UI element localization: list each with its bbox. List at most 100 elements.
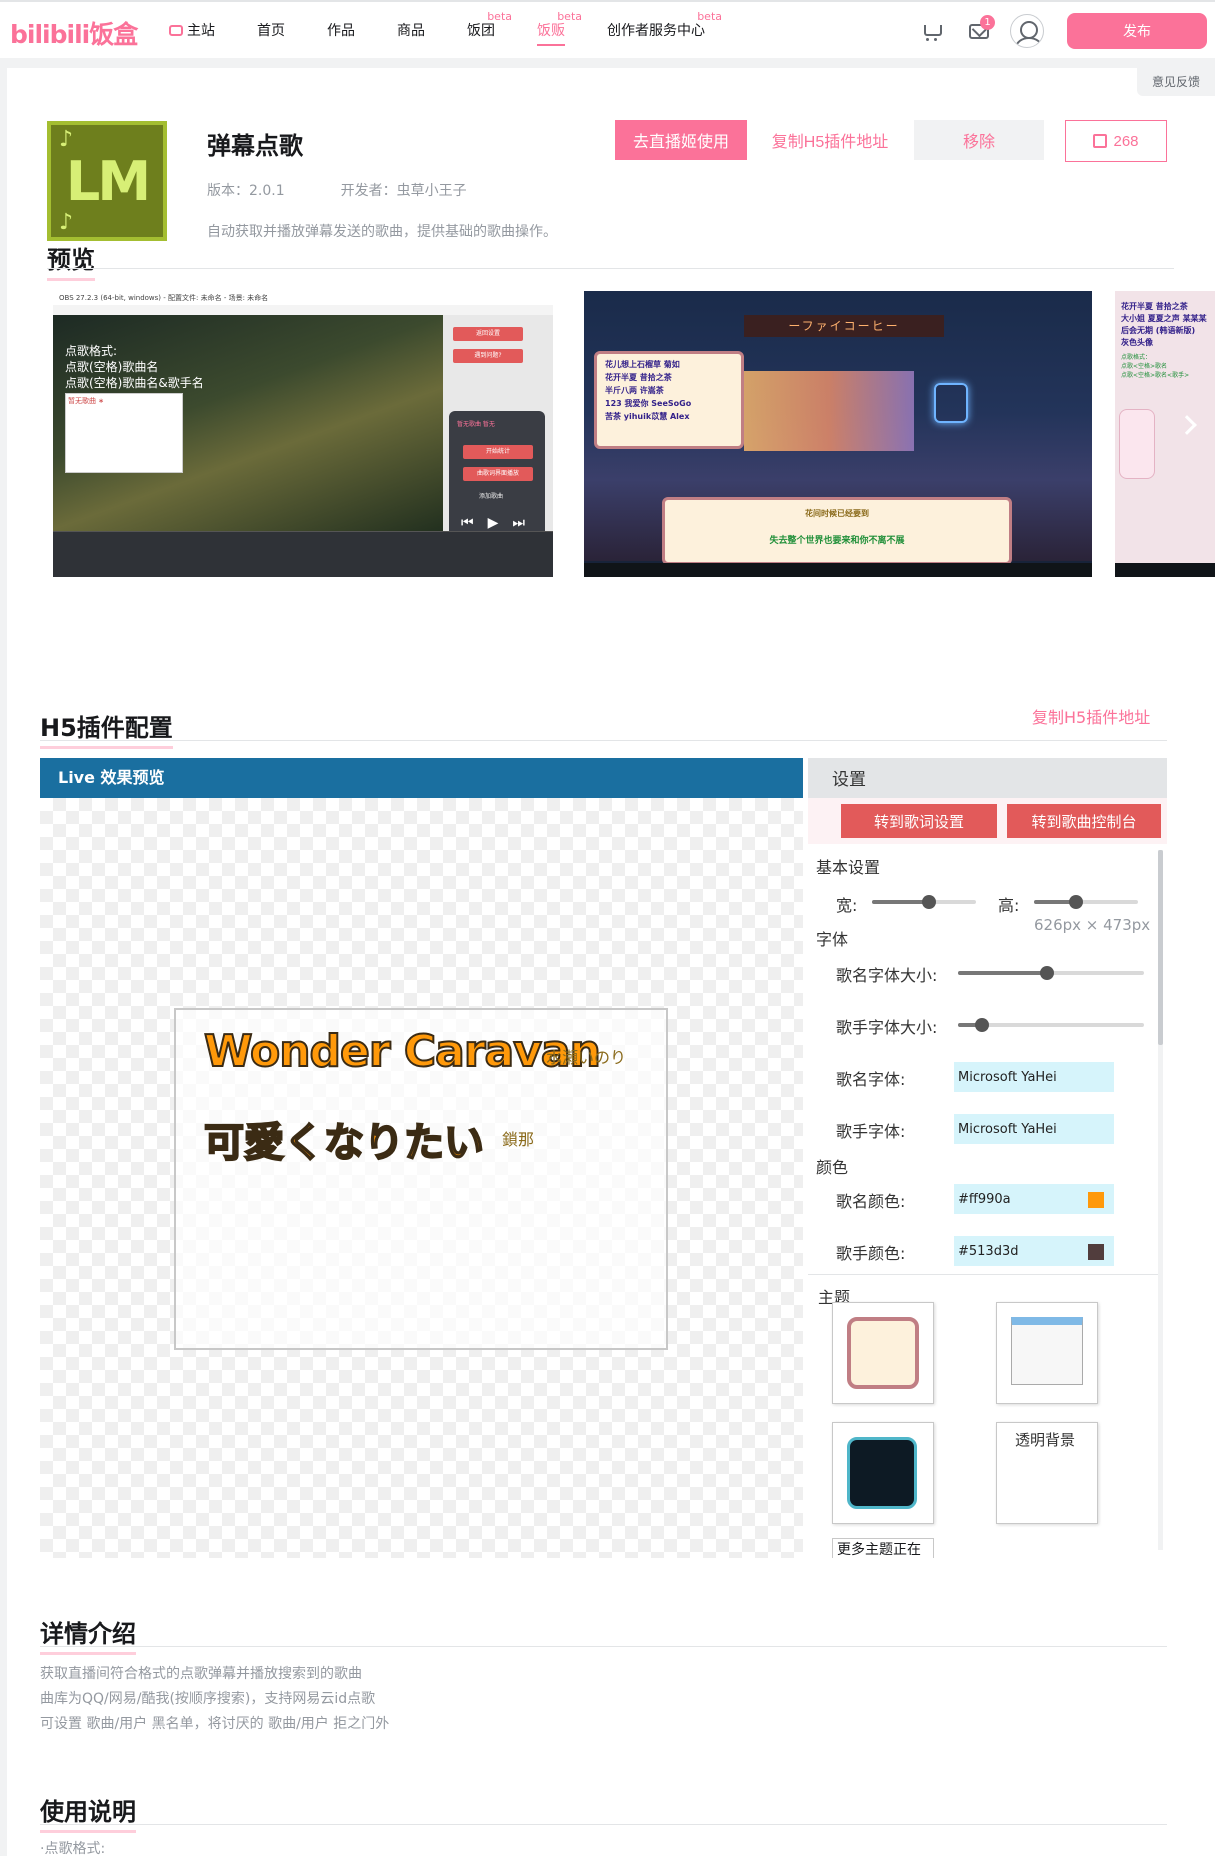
queue-line: 花开半夏 昔拾之茶 bbox=[605, 373, 672, 382]
section-divider bbox=[40, 1646, 1167, 1647]
nav-item-works[interactable]: 作品 bbox=[306, 2, 376, 60]
artist-color-input[interactable]: #513d3d bbox=[954, 1236, 1114, 1266]
nav-item-creator-center[interactable]: 创作者服务中心 beta bbox=[586, 2, 726, 60]
music-note-icon: ♪ bbox=[59, 210, 73, 235]
name-color-swatch[interactable] bbox=[1088, 1192, 1104, 1208]
slider-fill bbox=[958, 971, 1048, 975]
avatar-button[interactable] bbox=[1003, 2, 1051, 60]
player-line: 暂无歌曲 暂无 bbox=[457, 421, 495, 428]
song-name-1: Wonder Caravan bbox=[203, 1025, 602, 1078]
artist-font-label: 歌手字体: bbox=[836, 1122, 906, 1141]
name-color-input[interactable]: #ff990a bbox=[954, 1184, 1114, 1214]
nav-item-home[interactable]: 首页 bbox=[236, 2, 306, 60]
nav-label: 饭团 bbox=[467, 23, 495, 39]
color-group-label: 颜色 bbox=[816, 1158, 849, 1177]
slider-knob[interactable] bbox=[922, 895, 937, 909]
artist-color-swatch[interactable] bbox=[1088, 1244, 1104, 1260]
usage-line: ·点歌格式: bbox=[40, 1841, 106, 1856]
nav-item-main-site[interactable]: 主站 bbox=[148, 2, 236, 60]
height-slider[interactable] bbox=[1034, 895, 1138, 909]
song-name-2: 可愛くなりたい bbox=[203, 1119, 485, 1167]
name-size-slider[interactable] bbox=[958, 966, 1144, 980]
music-note-icon: ♪ bbox=[59, 127, 73, 152]
preview-heading: 预览 bbox=[47, 240, 95, 281]
overlay-frame[interactable]: Wonder Caravan 水瀬いのり 可愛くなりたい 鎖那 bbox=[174, 1008, 668, 1350]
plugin-description: 自动获取并播放弹幕发送的歌曲，提供基础的歌曲操作。 bbox=[207, 224, 557, 240]
publish-button[interactable]: 发布 bbox=[1067, 13, 1207, 49]
queue-line: 花开半夏 昔拾之茶 bbox=[1121, 302, 1188, 311]
overlay-line: 点歌(空格)歌曲名&歌手名 bbox=[65, 376, 204, 390]
theme-transparent-label: 透明背景 bbox=[1015, 1431, 1076, 1449]
overlay-format-text: 点歌格式: 点歌(空格)歌曲名 点歌(空格)歌曲名&歌手名 bbox=[65, 343, 204, 391]
artist-font-input[interactable]: Microsoft YaHei bbox=[954, 1114, 1114, 1144]
preview-screenshot-1[interactable]: OBS 27.2.3 (64-bit, windows) - 配置文件: 未命名… bbox=[53, 291, 553, 577]
theme-transparent[interactable]: 透明背景 bbox=[996, 1422, 1098, 1524]
nav-item-goods[interactable]: 商品 bbox=[376, 2, 446, 60]
preview-screenshot-3[interactable]: 花开半夏 昔拾之茶 大小姐 夏夏之声 某某某 后会无期 (韩语新版) 灰色头像 … bbox=[1115, 291, 1215, 577]
plugin-meta: 版本：2.0.1 开发者：虫草小王子 bbox=[207, 180, 467, 200]
plugin-version: 版本：2.0.1 bbox=[207, 183, 285, 199]
queue-line: 后会无期 (韩语新版) bbox=[1121, 326, 1196, 335]
nav-label: 主站 bbox=[187, 23, 215, 39]
messages-button[interactable]: 1 bbox=[955, 2, 1003, 60]
goto-lyrics-settings-button[interactable]: 转到歌词设置 bbox=[841, 804, 997, 838]
slider-knob[interactable] bbox=[975, 1018, 990, 1032]
theme-dark-neon[interactable] bbox=[832, 1422, 934, 1524]
theme-preview bbox=[847, 1317, 919, 1389]
theme-window[interactable] bbox=[996, 1302, 1098, 1404]
feedback-button[interactable]: 意见反馈 bbox=[1137, 68, 1215, 96]
artist-color-label: 歌手颜色: bbox=[836, 1244, 906, 1263]
height-label: 高: bbox=[998, 896, 1020, 915]
copy-h5-url-link[interactable]: 复制H5插件地址 bbox=[1032, 704, 1150, 728]
bilibili-logo[interactable]: bilibili饭盒 bbox=[10, 15, 138, 51]
artist-size-slider[interactable] bbox=[958, 1018, 1144, 1032]
theme-cream-card[interactable] bbox=[832, 1302, 934, 1404]
font-group-label: 字体 bbox=[816, 930, 849, 949]
width-slider[interactable] bbox=[872, 895, 976, 909]
section-divider bbox=[40, 1824, 1167, 1825]
cart-button[interactable] bbox=[907, 2, 955, 60]
nav-item-fantuan[interactable]: 饭团 beta bbox=[446, 2, 516, 60]
windows-taskbar bbox=[584, 563, 1092, 577]
remove-button[interactable]: 移除 bbox=[914, 120, 1044, 160]
more-themes-tile[interactable]: 更多主题正在 bbox=[832, 1538, 934, 1558]
player-controls: ⏮▶⏭ bbox=[461, 515, 539, 531]
slider-knob[interactable] bbox=[1040, 966, 1055, 980]
song-queue-list: 花开半夏 昔拾之茶 大小姐 夏夏之声 某某某 后会无期 (韩语新版) 灰色头像 bbox=[1121, 301, 1207, 349]
queue-line: 123 我爱你 SeeSoGo bbox=[605, 399, 692, 408]
artist-color-value: #513d3d bbox=[958, 1243, 1019, 1259]
name-font-input[interactable]: Microsoft YaHei bbox=[954, 1062, 1114, 1092]
settings-scrollbar[interactable] bbox=[1158, 850, 1163, 1550]
like-count: 268 bbox=[1113, 132, 1139, 150]
hint-line: 点歌格式： bbox=[1121, 354, 1152, 361]
nav-item-fanfan[interactable]: 饭贩 beta bbox=[516, 2, 586, 60]
now-playing-card: 花间时候已经要到 失去整个世界也要来和你不离不展 bbox=[662, 497, 1012, 565]
like-button[interactable]: 268 bbox=[1065, 120, 1167, 162]
use-in-livehime-button[interactable]: 去直播姬使用 bbox=[615, 120, 747, 160]
plugin-logo-text: LM bbox=[65, 149, 151, 213]
detail-line: 曲库为QQ/网易/酷我(按顺序搜索)，支持网易云id点歌 bbox=[40, 1691, 376, 1707]
copy-h5-url-button[interactable]: 复制H5插件地址 bbox=[765, 120, 895, 160]
plugin-logo: ♪ ♪ LM bbox=[47, 121, 167, 241]
nav-right-actions: 1 发布 bbox=[907, 2, 1215, 60]
format-hint-list: 点歌格式： 点歌<空格>歌名 点歌<空格>歌名<歌手> bbox=[1121, 353, 1189, 380]
top-navbar: bilibili饭盒 主站 首页 作品 商品 饭团 beta 饭贩 beta 创作者… bbox=[0, 0, 1215, 58]
goto-song-console-button[interactable]: 转到歌曲控制台 bbox=[1007, 804, 1161, 838]
cafe-sign: ーファイコーヒー bbox=[744, 315, 944, 337]
queue-line: 花儿想上石榴草 菊如 bbox=[605, 360, 680, 369]
settings-panel: 设置 转到歌词设置 转到歌曲控制台 基本设置 宽: 高: 626px × 473… bbox=[808, 758, 1167, 1558]
live-preview-header: Live 效果预览 bbox=[40, 758, 803, 798]
nav-label: 饭贩 bbox=[537, 23, 565, 39]
obs-plugin-panel: 返回设置 遇到问题? 暂无歌曲 暂无 开始统计 曲歌词界面播放 添加歌曲 ⏮▶⏭ bbox=[443, 315, 553, 557]
name-size-label: 歌名字体大小: bbox=[836, 966, 938, 985]
song-artist-2: 鎖那 bbox=[502, 1130, 535, 1149]
beta-tag: beta bbox=[557, 10, 582, 23]
coffee-neon-icon bbox=[934, 383, 968, 423]
nav-label: 首页 bbox=[257, 23, 285, 39]
thumbs-up-icon bbox=[1093, 134, 1108, 148]
slider-fill bbox=[872, 900, 930, 904]
slider-knob[interactable] bbox=[1068, 895, 1083, 909]
obs-scene: 点歌格式: 点歌(空格)歌曲名 点歌(空格)歌曲名&歌手名 暂无歌曲 ∗ bbox=[53, 315, 443, 531]
queue-line: 苦茶 yihuik苡慧 Alex bbox=[605, 412, 690, 421]
preview-screenshot-2[interactable]: ーファイコーヒー 花儿想上石榴草 菊如 花开半夏 昔拾之茶 半斤八两 许嵩茶 1… bbox=[584, 291, 1092, 577]
